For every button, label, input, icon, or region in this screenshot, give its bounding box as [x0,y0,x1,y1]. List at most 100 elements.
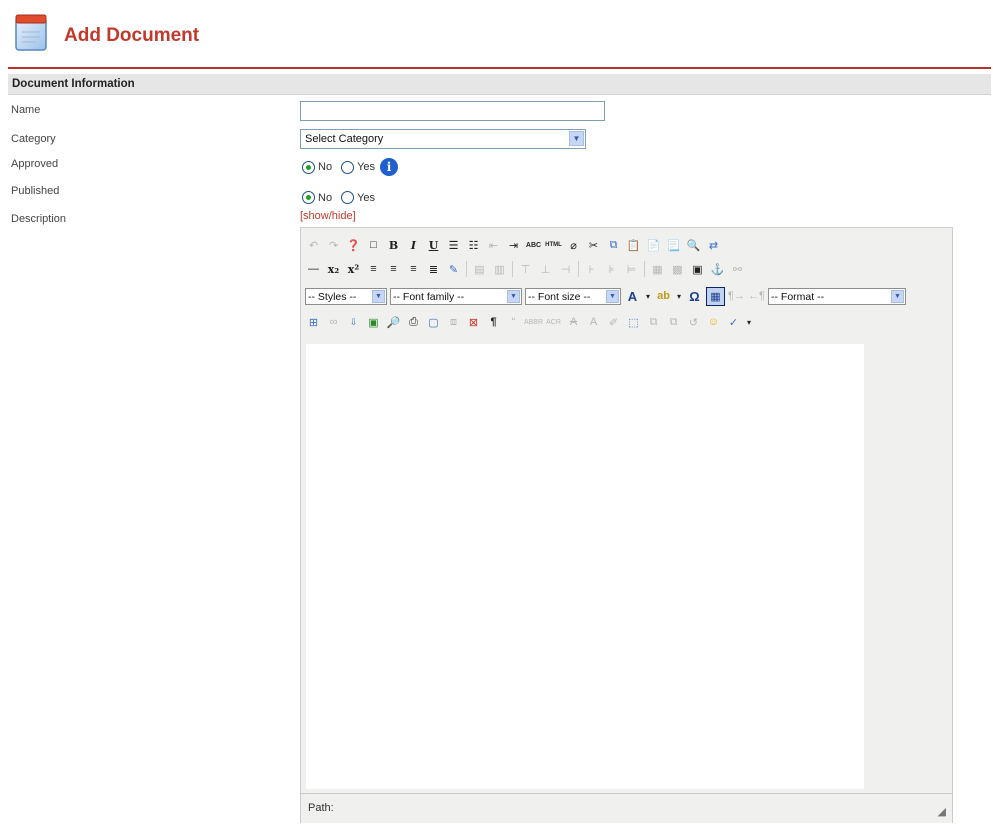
copy-style-icon[interactable]: ⧉ [645,314,662,331]
find-icon[interactable]: 🔍 [685,237,702,254]
emoticon-icon[interactable]: ☺ [705,314,722,331]
info-icon[interactable]: i [380,158,399,176]
table-icon[interactable]: ▣ [689,261,706,278]
copy-icon[interactable]: ⧉ [605,237,622,254]
published-no-radio[interactable] [302,191,315,204]
text-color-icon[interactable]: A [624,288,641,305]
italic-icon[interactable]: I [405,237,422,254]
indent-icon[interactable]: ⇥ [505,237,522,254]
font-family-dropdown[interactable]: -- Font family -- ▼ [390,287,522,305]
highlight-color-icon[interactable]: ab [655,288,672,305]
subscript-icon[interactable]: x₂ [325,261,342,278]
spellchecker-icon[interactable]: ✓ [725,314,742,331]
table-cell-props-icon[interactable]: ▥ [491,261,508,278]
numbered-list-icon[interactable]: ☷ [465,237,482,254]
bullet-list-icon[interactable]: ☰ [445,237,462,254]
chevron-down-icon[interactable]: ▼ [507,289,520,303]
chevron-down-icon[interactable]: ▼ [372,289,385,303]
new-document-icon[interactable]: □ [365,237,382,254]
delete-col-icon[interactable]: ⊨ [623,261,640,278]
insert-text-icon[interactable]: A [585,314,602,331]
editor-status-bar: Path: ◢ [301,793,952,823]
link-icon[interactable]: ∞ [325,314,342,331]
editor-content-area[interactable] [306,344,864,789]
insert-row-before-icon[interactable]: ⊤ [517,261,534,278]
name-label: Name [11,104,41,116]
cleanup-icon[interactable]: ⌀ [565,237,582,254]
unlink-icon[interactable]: ⚯ [729,261,746,278]
help-icon[interactable]: ❓ [345,237,362,254]
redo-icon[interactable]: ↷ [325,237,342,254]
cut-icon[interactable]: ✂ [585,237,602,254]
horizontal-rule-icon[interactable]: — [305,261,322,278]
table-row-props-icon[interactable]: ▤ [471,261,488,278]
preview-icon[interactable]: 🔎 [385,314,402,331]
description-label: Description [11,213,67,225]
chevron-down-icon[interactable]: ▼ [569,131,584,146]
attributes-icon[interactable]: ✐ [605,314,622,331]
page-title: Add Document [64,25,200,46]
blockquote-icon[interactable]: “ [505,314,522,331]
chevron-down-icon[interactable]: ▼ [891,289,904,303]
acronym-icon[interactable]: ACR [545,314,562,331]
paste-text-icon[interactable]: 📄 [645,237,662,254]
styles-dropdown[interactable]: -- Styles -- ▼ [305,287,387,305]
approved-radio-group: No Yes i [302,158,399,176]
anchor-icon[interactable]: ⚓ [709,261,726,278]
bold-icon[interactable]: B [385,237,402,254]
chevron-down-icon[interactable]: ▼ [606,289,619,303]
print-icon[interactable]: ⎙ [405,314,422,331]
replace-icon[interactable]: ⇄ [705,237,722,254]
name-input[interactable] [300,101,605,121]
format-dropdown[interactable]: -- Format -- ▼ [768,287,906,305]
rtl-icon[interactable]: ←¶ [748,288,765,305]
published-yes-radio[interactable] [341,191,355,204]
insert-row-after-icon[interactable]: ⊥ [537,261,554,278]
show-blocks-icon[interactable]: ¶ [485,314,502,331]
show-hide-editor-link[interactable]: [show/hide] [300,210,356,222]
insert-line-icon[interactable]: ⇩ [345,314,362,331]
resize-grip-icon[interactable]: ◢ [938,805,946,818]
ltr-icon[interactable]: ¶→ [728,288,745,305]
undo-icon[interactable]: ↶ [305,237,322,254]
align-right-icon[interactable]: ≡ [405,261,422,278]
spellcheck-icon[interactable]: ABC [525,237,542,254]
category-select[interactable]: Select Category ▼ [300,129,586,149]
align-left-icon[interactable]: ≡ [365,261,382,278]
chevron-down-icon[interactable]: ▾ [644,288,652,305]
paste-icon[interactable]: 📋 [625,237,642,254]
delete-row-icon[interactable]: ⊣ [557,261,574,278]
insert-col-before-icon[interactable]: ⊦ [583,261,600,278]
align-center-icon[interactable]: ≡ [385,261,402,278]
strikethrough-icon[interactable]: A [565,314,582,331]
approved-no-radio[interactable] [302,160,315,174]
restore-icon[interactable]: ↺ [685,314,702,331]
split-cells-icon[interactable]: ▦ [649,261,666,278]
insert-table-icon[interactable]: ⊞ [305,314,322,331]
approved-yes-radio[interactable] [341,160,355,174]
approved-yes-label: Yes [357,161,376,173]
chevron-down-icon[interactable]: ▾ [675,288,683,305]
special-char-icon[interactable]: Ω [686,288,703,305]
select-all-icon[interactable]: ⬚ [625,314,642,331]
underline-icon[interactable]: U [425,237,442,254]
align-justify-icon[interactable]: ≣ [425,261,442,278]
fullscreen-icon[interactable]: ▢ [425,314,442,331]
insert-col-after-icon[interactable]: ⊧ [603,261,620,278]
toolbar-separator [578,261,579,277]
paste-style-icon[interactable]: ⧉ [665,314,682,331]
insert-image-icon[interactable]: ▣ [365,314,382,331]
insert-layer-icon[interactable]: ⧈ [445,314,462,331]
edit-image-icon[interactable]: ✎ [445,261,462,278]
chevron-down-icon[interactable]: ▾ [745,314,753,331]
outdent-icon[interactable]: ⇤ [485,237,502,254]
paste-word-icon[interactable]: 📃 [665,237,682,254]
approved-no-label: No [318,161,333,173]
pagebreak-icon[interactable]: ⊠ [465,314,482,331]
visual-aid-icon[interactable]: ▦ [706,286,725,306]
abbreviation-icon[interactable]: ABBR [524,314,543,331]
html-source-icon[interactable]: HTML [545,237,562,254]
superscript-icon[interactable]: x² [345,261,362,278]
merge-cells-icon[interactable]: ▩ [669,261,686,278]
font-size-dropdown[interactable]: -- Font size -- ▼ [525,287,621,305]
